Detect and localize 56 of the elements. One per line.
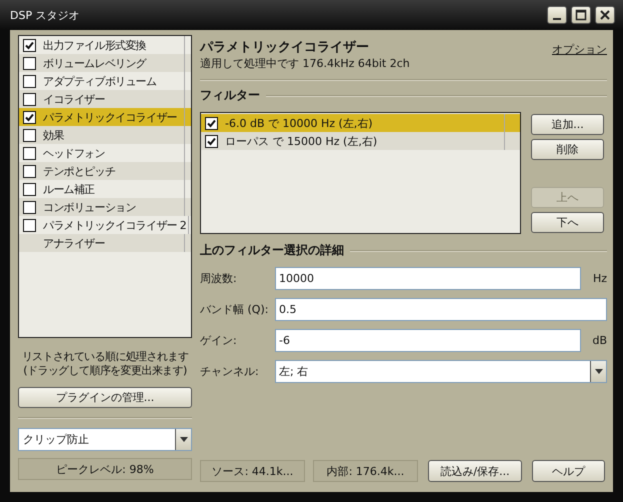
field-label: ゲイン: [200,333,238,348]
field-label: チャンネル: [200,364,260,379]
field-label: バンド幅 (Q): [200,302,270,317]
plugin-item[interactable]: パラメトリックイコライザー [19,108,191,126]
hint-text: (ドラッグして順序を変更出来ます) [23,364,187,378]
checkbox[interactable] [23,110,36,124]
close-button[interactable] [595,6,615,24]
filter-button[interactable]: 削除 [531,139,604,160]
checkbox[interactable] [23,200,36,214]
plugin-item[interactable]: コンボリューション [19,198,191,216]
checkbox[interactable] [23,92,36,106]
minimize-icon [553,18,561,20]
filter-button[interactable]: 追加... [531,114,604,135]
filter-item[interactable]: ローパス で 15000 Hz (左,右) [201,132,520,150]
checkbox[interactable] [23,182,36,196]
filter-button[interactable]: 下へ [531,212,604,233]
plugin-status: 適用して処理中です 176.4kHz 64bit 2ch [200,56,410,71]
window-title: DSP スタジオ [10,8,80,22]
field-label: 周波数: [200,271,238,286]
input-field[interactable]: 10000 [275,267,581,290]
checkbox[interactable] [23,38,36,52]
channel-dropdown[interactable]: 左; 右 [275,360,607,383]
checkbox[interactable] [23,56,36,70]
maximize-icon [575,9,587,21]
details-heading: 上のフィルター選択の詳細 [200,242,344,259]
load-save-button[interactable]: 読込み/保存... [428,460,522,482]
plugin-item[interactable]: アナライザー [19,234,191,252]
internal-status: 内部: 176.4k... [313,460,418,482]
plugin-item[interactable]: ボリュームレベリング [19,54,191,72]
filter-item[interactable]: -6.0 dB で 10000 Hz (左,右) [201,114,520,132]
manage-plugins-button[interactable]: プラグインの管理... [18,387,192,408]
plugin-item[interactable]: 効果 [19,126,191,144]
maximize-button[interactable] [571,6,591,24]
checkbox[interactable] [23,164,36,178]
checkbox[interactable] [23,128,36,142]
checkbox[interactable] [23,146,36,160]
source-status: ソース: 44.1k... [200,460,305,482]
close-icon [599,9,611,21]
plugin-item[interactable]: テンポとピッチ [19,162,191,180]
plugin-title: パラメトリックイコライザー [200,39,370,56]
help-button[interactable]: ヘルプ [532,460,605,482]
input-field[interactable]: 0.5 [275,298,607,321]
unit-label: Hz [592,272,607,285]
filters-heading: フィルター [200,87,260,104]
options-link[interactable]: オプション [552,42,607,57]
checkbox[interactable] [23,74,36,88]
checkbox[interactable] [23,218,36,232]
minimize-button[interactable] [547,6,567,24]
checkbox[interactable] [205,116,218,130]
input-field[interactable]: -6 [275,329,581,352]
clip-dropdown[interactable]: クリップ防止 [18,428,192,451]
plugin-item[interactable]: イコライザー [19,90,191,108]
peak-level-status: ピークレベル: 98% [18,458,192,480]
checkbox[interactable] [205,134,218,148]
unit-label: dB [591,334,607,347]
hint-text: リストされている順に処理されます [22,350,188,364]
